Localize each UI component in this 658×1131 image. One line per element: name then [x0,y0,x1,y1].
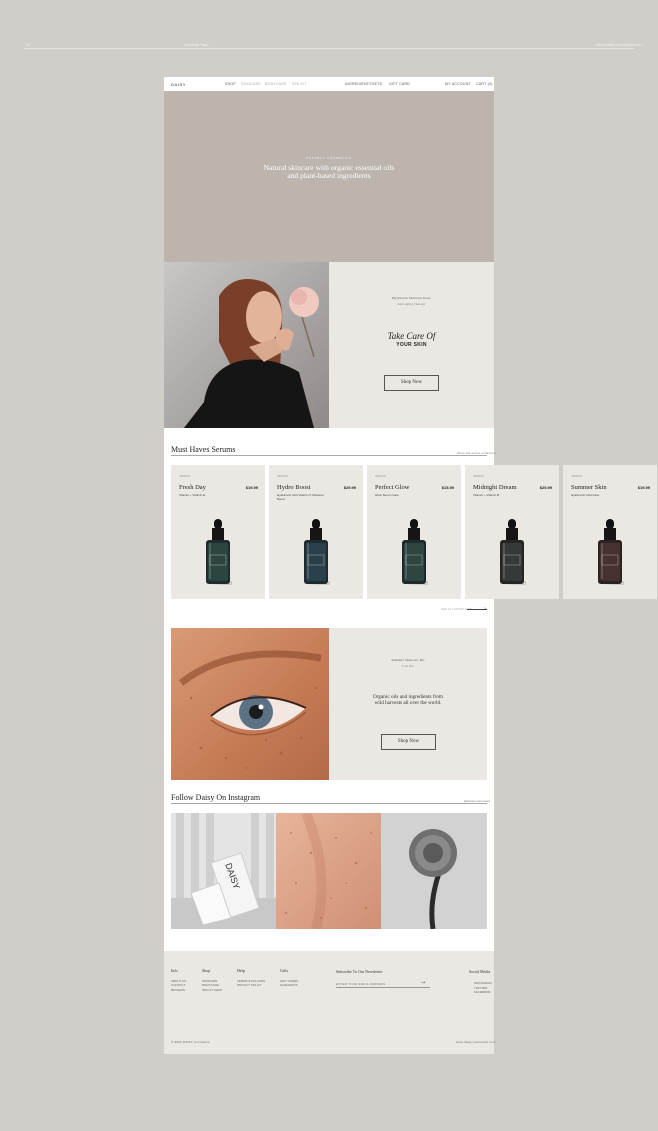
social-title: Social Media [469,969,491,974]
instagram-divider [171,803,487,804]
newsletter-email-input[interactable]: ENTER YOUR EMAIL ADDRESS [336,982,430,988]
nav-link-bodycare[interactable]: BODYCARE [265,82,287,86]
footer-col-title: Help [237,968,245,973]
social-link-instagram[interactable]: INSTAGRAM [474,981,492,986]
product-description: Vitamin + Vitamin B [473,493,500,497]
subscribe-title: Subscribe To Our Newsletter [336,969,383,974]
dandelion-illustration [381,813,487,929]
nav-account[interactable]: MY ACCOUNT [445,82,471,86]
footer-col-help: Help TERMS & POLICIES PRIVACY POLICY [237,968,265,988]
product-category: SERUM [179,474,190,478]
product-category: SERUM [277,474,288,478]
hero-kicker: NATURAL COSMETICS [306,156,352,160]
nav-link-sets[interactable]: SETS [372,82,382,86]
product-name[interactable]: Midnight Dream [473,484,517,491]
product-card[interactable]: SERUM Perfect Glow $15.99 Glow Serum Care [367,465,461,599]
nav-link-gift-card[interactable]: GIFT CARD [389,82,410,86]
feature2-body: Organic oils and ingredients from wild h… [373,694,443,706]
product-name[interactable]: Perfect Glow [375,484,409,491]
navbar: DAISY SHOP SKINCARE BODYCARE SPA KIT ING… [164,77,494,91]
logo[interactable]: DAISY [171,82,186,87]
product-box-illustration [171,813,276,929]
nav-cart[interactable]: CART (0) [476,82,493,86]
product-description: Hyaluronic Acid Vitamin C Moisture Boost [277,493,324,501]
feature1-small-sub: Anti-aging Therapy [397,302,426,306]
instagram-photo-box[interactable]: DAISY [171,813,276,929]
footer-link[interactable]: GIVEAWAYS [280,983,298,988]
skin-illustration [276,813,381,929]
feature1-panel: Hydration Skincare Rose Anti-aging Thera… [329,262,494,428]
footer-col-title: Shop [202,968,211,973]
footer-col-gifts: Gifts GIFT CARDS GIVEAWAYS [280,968,298,988]
page-number: 14 [26,42,31,47]
serum-bottle-icon [304,519,330,585]
footer: Info ABOUT US CONTACT REVIEWS Shop SKINC… [164,951,496,1054]
feature2-small-title: Summer Skincare Kit [391,658,425,662]
footer-col-title: Info [171,968,178,973]
nav-link-ingredients[interactable]: INGREDIENTS [345,82,372,86]
product-description: Glow Serum Care [375,493,399,497]
footer-link[interactable]: PRIVACY POLICY [237,983,265,988]
footer-link[interactable]: SPA KIT SHOP [202,988,222,993]
product-category: SERUM [473,474,484,478]
product-price: $19.99 [245,485,258,490]
instagram-photo-skin[interactable] [276,813,381,929]
eye-illustration [171,628,329,780]
nav-link-shop[interactable]: SHOP [225,82,236,86]
hero-banner: NATURAL COSMETICS Natural skincare with … [164,91,494,262]
product-price: $29.99 [343,485,356,490]
serum-bottle-icon [206,519,232,585]
serums-divider [171,455,487,456]
product-name[interactable]: Fresh Day [179,484,206,491]
frame-title: Landing Page [184,42,209,47]
product-description: Vitamin + Vitamin E [179,493,206,497]
feature2-panel: Summer Skincare Kit Last Kit Organic oil… [329,628,487,780]
footer-link[interactable]: REVIEWS [171,988,186,993]
product-card[interactable]: SERUM Summer Skin $19.99 Hyaluronic Acid Gl… [563,465,657,599]
product-description: Hyaluronic Acid Glow [571,493,600,497]
product-card[interactable]: SERUM Midnight Dream $29.99 Vitamin + Vitam… [465,465,559,599]
serums-heading: Must Haves Serums [171,445,236,454]
instagram-photo-flower[interactable] [381,813,487,929]
product-price: $15.99 [441,485,454,490]
product-card[interactable]: SERUM Hydro Boost $29.99 Hyaluronic Acid Vi… [269,465,363,599]
frame-url: www.daisy-cosmetics.com [596,42,643,47]
product-name[interactable]: Summer Skin [571,484,607,491]
feature1-title-bold: YOUR SKIN [396,342,427,348]
product-category: SERUM [375,474,386,478]
serum-bottle-icon [402,519,428,585]
copyright: © 2022 DAISY Cosmetics [171,1040,210,1044]
social-links: INSTAGRAM TWITTER FACEBOOK [474,981,492,995]
product-price: $19.99 [637,485,650,490]
product-card[interactable]: SERUM Fresh Day $19.99 Vitamin + Vitamin E [171,465,265,599]
nav-link-spa-kit[interactable]: SPA KIT [292,82,307,86]
product-category: SERUM [571,474,582,478]
product-price: $29.99 [539,485,552,490]
feature1-shop-button[interactable]: Shop Now [384,375,439,391]
feature1-title-script: Take Care Of [387,331,436,341]
footer-col-info: Info ABOUT US CONTACT REVIEWS [171,968,186,993]
feature2-shop-button[interactable]: Shop Now [381,734,436,750]
feature1-small-title: Hydration Skincare Rose [392,296,431,300]
footer-email[interactable]: www.daisy-cosmetics.com [456,1040,496,1044]
arrow-right-icon[interactable]: › [484,606,486,612]
instagram-heading: Follow Daisy On Instagram [171,793,261,802]
social-link-facebook[interactable]: FACEBOOK [474,990,492,995]
product-name[interactable]: Hydro Boost [277,484,310,491]
feature2-small-sub: Last Kit [402,664,414,668]
nav-link-skincare[interactable]: SKINCARE [241,82,261,86]
hero-headline: Natural skincare with organic essential … [263,163,395,180]
portrait-photo [164,262,329,428]
serum-bottle-icon [500,519,526,585]
subscribe-arrow-icon[interactable]: → [421,980,425,986]
serum-bottle-icon [598,519,624,585]
eye-photo [171,628,329,780]
footer-col-title: Gifts [280,968,288,973]
frame-divider [24,48,634,49]
footer-col-shop: Shop SKINCARE BODYCARE SPA KIT SHOP [202,968,222,993]
portrait-illustration [164,262,329,428]
